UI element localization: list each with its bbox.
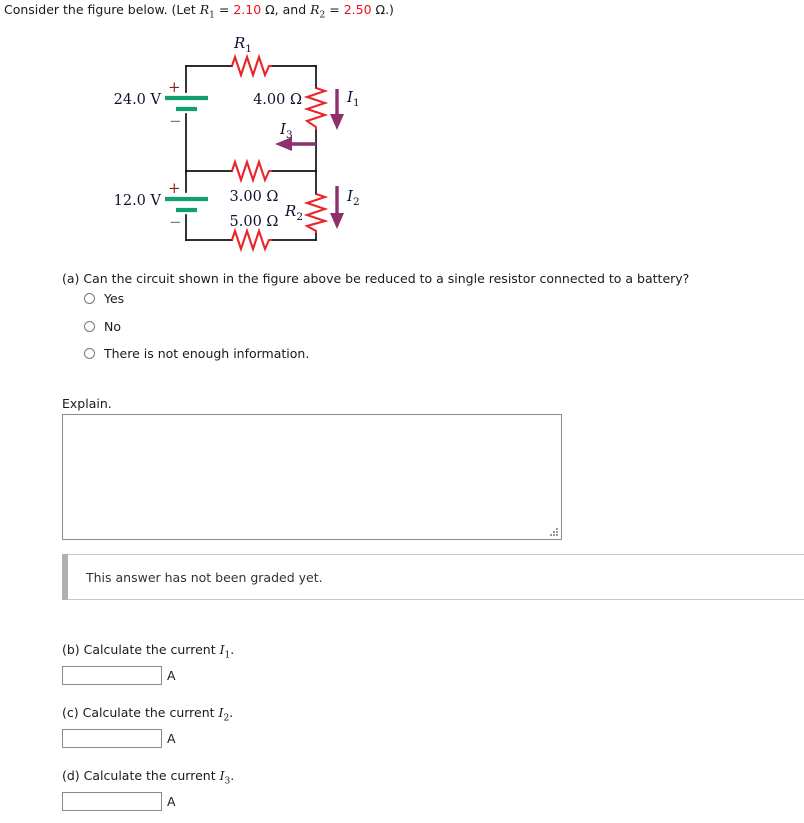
part-d-unit: A [167, 793, 176, 809]
prompt-r1-symbol: R1 [199, 2, 215, 21]
label-resistor-4ohm: 4.00 Ω [253, 92, 302, 108]
radio-option-yes[interactable]: Yes [84, 291, 124, 306]
part-c-prefix: (c) Calculate the current [62, 705, 219, 720]
label-i3: I3 [279, 120, 293, 141]
part-b-suffix: . [230, 642, 235, 657]
part-b-prefix: (b) Calculate the current [62, 642, 220, 657]
label-r1: R1 [233, 34, 252, 55]
prompt-r2-value: 2.50 [343, 2, 372, 17]
current-i1-arrow [330, 89, 344, 130]
battery-12v-minus: − [169, 213, 182, 231]
radio-not-enough-information-label: There is not enough information. [104, 346, 310, 361]
label-battery-12v: 12.0 V [114, 193, 162, 209]
question-a-text: (a) Can the circuit shown in the figure … [62, 271, 690, 286]
circuit-figure: + − + − R1 24.0 V 4.00 Ω 3.00 Ω 12.0 V R… [0, 26, 420, 266]
part-d-label: (d) Calculate the current I3. [62, 768, 234, 787]
radio-option-not-enough-information[interactable]: There is not enough information. [84, 346, 309, 361]
part-d-symbol: I3 [219, 768, 231, 787]
label-resistor-5ohm: 5.00 Ω [230, 214, 279, 230]
radio-option-no[interactable]: No [84, 319, 121, 334]
part-b-symbol: I1 [219, 642, 231, 661]
radio-no-input[interactable] [84, 321, 95, 332]
part-d-suffix: . [230, 768, 235, 783]
part-c-label: (c) Calculate the current I2. [62, 705, 233, 724]
part-b-answer-input[interactable] [62, 665, 162, 685]
resistor-r2-symbol [303, 193, 329, 233]
prompt-r2-symbol: R2 [310, 2, 326, 21]
battery-12v-plus: + [168, 179, 181, 197]
part-c-suffix: . [229, 705, 234, 720]
part-b-label: (b) Calculate the current I1. [62, 642, 234, 661]
label-i2: I2 [346, 187, 360, 208]
notice-text: This answer has not been graded yet. [86, 569, 323, 585]
battery-12v-symbol [165, 196, 208, 213]
radio-not-enough-information-input[interactable] [84, 348, 95, 359]
part-c-answer-input[interactable] [62, 728, 162, 748]
part-b-unit: A [167, 667, 176, 683]
part-d: (d) Calculate the current I3. A [62, 768, 234, 811]
label-battery-24v: 24.0 V [114, 92, 162, 108]
battery-24v-symbol [165, 95, 208, 112]
resistor-3ohm-symbol [231, 158, 272, 184]
problem-prompt: Consider the figure below. (Let R1 = 2.1… [4, 2, 394, 21]
prompt-unit1: Ω, and [261, 2, 311, 17]
prompt-r1-value: 2.10 [233, 2, 262, 17]
part-c-unit: A [167, 730, 176, 746]
label-i1: I1 [346, 88, 360, 109]
textarea-resize-grip[interactable] [550, 528, 559, 537]
part-b: (b) Calculate the current I1. A [62, 642, 234, 685]
prompt-unit2: Ω.) [371, 2, 394, 17]
part-c-symbol: I2 [218, 705, 230, 724]
prompt-lead: Consider the figure below. (Let [4, 2, 200, 17]
resistor-4ohm-symbol [303, 87, 329, 130]
part-c: (c) Calculate the current I2. A [62, 705, 233, 748]
resistor-r1-symbol [231, 53, 272, 79]
explain-label: Explain. [62, 396, 112, 411]
part-d-answer-input[interactable] [62, 791, 162, 811]
explain-textarea[interactable] [62, 414, 562, 540]
current-i3-arrow [275, 137, 316, 151]
resistor-5ohm-symbol [231, 227, 272, 253]
current-i2-arrow [330, 186, 344, 229]
label-r2: R2 [284, 202, 303, 223]
radio-yes-label: Yes [104, 291, 125, 306]
battery-24v-plus: + [168, 78, 181, 96]
prompt-eq1: = [214, 2, 234, 17]
label-resistor-3ohm: 3.00 Ω [230, 189, 279, 205]
grading-notice: This answer has not been graded yet. [62, 554, 804, 600]
battery-24v-minus: − [169, 112, 182, 130]
prompt-eq2: = [325, 2, 344, 17]
radio-yes-input[interactable] [84, 293, 95, 304]
radio-no-label: No [104, 319, 121, 334]
part-d-prefix: (d) Calculate the current [62, 768, 220, 783]
